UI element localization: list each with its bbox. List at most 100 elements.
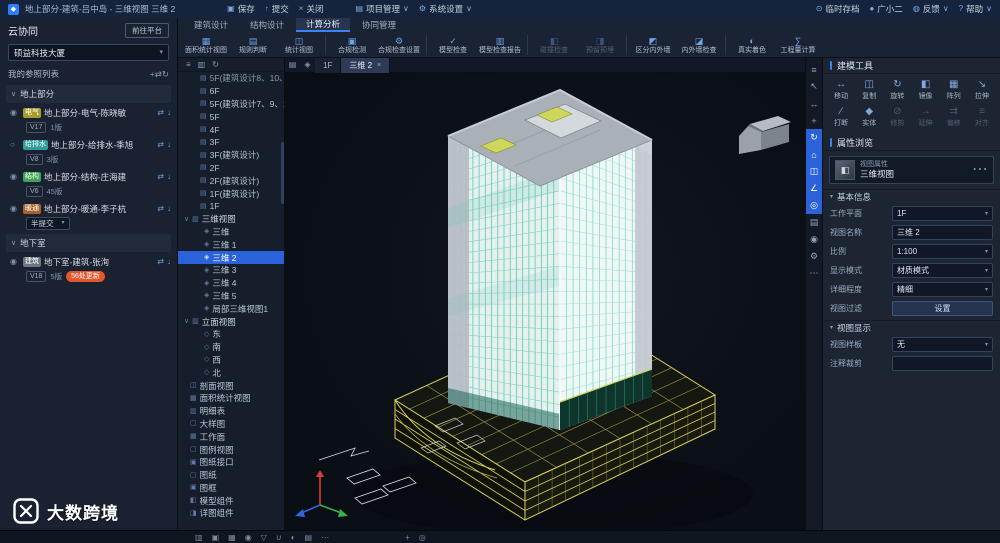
tree-item[interactable]: ▤5F(建筑设计7、9、1… <box>178 98 284 111</box>
ribbon-button[interactable]: ✓ 模型检查 <box>430 36 476 55</box>
reference-item[interactable]: ○ 给排水 地上部分-给排水-季旭 ⇄ ↓ <box>0 135 177 152</box>
tree-item[interactable]: ▤ 2F(建筑设计) <box>178 174 284 187</box>
tool-mirror[interactable]: ◧ 镜像 <box>911 78 939 103</box>
tree-item[interactable]: ▤ 3F(建筑设计) <box>178 149 284 162</box>
ribbon-button[interactable]: ◫ 统计视图 <box>276 36 322 55</box>
move-tool-button[interactable]: ↔ <box>806 95 822 112</box>
section-view-tool-button[interactable]: ◫ <box>806 163 822 180</box>
tree-item[interactable]: ▦ 面积统计视图 <box>178 392 284 405</box>
menu-tool-button[interactable]: ≡ <box>806 61 822 78</box>
modeling-tools-header[interactable]: 建模工具 <box>823 58 1000 74</box>
tree-item[interactable]: ◨ 详图组件 <box>178 507 284 520</box>
link-icon[interactable]: ⇄ <box>155 70 162 79</box>
magnet-icon[interactable]: ∪ <box>276 533 282 542</box>
crosshair-icon[interactable]: + <box>405 533 410 542</box>
zoom-tool-button[interactable]: ◎ <box>806 197 822 214</box>
tool-trim[interactable]: ⊘ 修剪 <box>883 105 911 130</box>
link-icon[interactable]: ⇄ <box>157 108 164 117</box>
viewport-tab[interactable]: 三维 2 × <box>341 58 391 73</box>
tool-break[interactable]: ∕ 打断 <box>827 105 855 130</box>
property-section-header[interactable]: ▾ 基本信息 <box>823 189 1000 204</box>
filter-icon[interactable]: ▽ <box>261 533 267 542</box>
ribbon-tab[interactable]: 结构设计 <box>240 18 294 32</box>
tool-solid[interactable]: ◆ 实体 <box>855 105 883 130</box>
reference-item[interactable]: ◉ 结构 地上部分-结构-庄海建 ⇄ ↓ <box>0 167 177 184</box>
property-select[interactable]: 1F ▾ <box>892 206 993 221</box>
tree-item[interactable]: ◇ 北 <box>178 366 284 379</box>
tool-extend[interactable]: → 延伸 <box>911 105 939 130</box>
ribbon-button[interactable]: ▦ 面积统计视图 <box>182 36 230 55</box>
commit-state-select[interactable]: 半提交 ▾ <box>26 216 70 230</box>
more-icon[interactable]: ⋯ <box>972 162 988 178</box>
property-input[interactable] <box>892 356 993 371</box>
property-select[interactable]: 精细 ▾ <box>892 282 993 297</box>
tree-item[interactable]: ▤5F(建筑设计8、10、… <box>178 72 284 85</box>
eye-icon[interactable]: ◉ <box>10 172 20 181</box>
menu-icon[interactable]: ≡ <box>186 60 191 69</box>
refresh-icon[interactable]: ↻ <box>162 70 169 79</box>
tool-copy[interactable]: ◫ 复制 <box>855 78 883 103</box>
titlebar-action-commit[interactable]: ↑ 提交 <box>265 3 289 15</box>
ribbon-tab[interactable]: 协同管理 <box>352 18 406 32</box>
tree-item[interactable]: ▦ 工作面 <box>178 430 284 443</box>
ribbon-button[interactable]: ◐ 真实着色 <box>729 36 775 55</box>
viewcube-house[interactable] <box>739 116 791 154</box>
tree-item[interactable]: ◈ 三维 1 <box>178 238 284 251</box>
download-icon[interactable]: ↓ <box>167 257 171 266</box>
measure-tool-button[interactable]: ∠ <box>806 180 822 197</box>
tree-item[interactable]: ◧ 模型组件 <box>178 494 284 507</box>
property-input[interactable]: 三维 2 <box>892 225 993 240</box>
titlebar-help[interactable]: ? 帮助 ∨ <box>959 3 992 15</box>
folder-icon[interactable]: ▥ <box>198 60 206 69</box>
titlebar-menu[interactable]: ⚙ 系统设置 ∨ <box>419 3 472 15</box>
tree-item[interactable]: ▤ 1F(建筑设计) <box>178 187 284 200</box>
link-icon[interactable]: ⇄ <box>157 172 164 181</box>
close-doc-icon[interactable]: × <box>377 62 381 69</box>
ribbon-button[interactable]: ◩ 区分内外墙 <box>630 36 676 55</box>
ribbon-button[interactable]: ▤ 规则判断 <box>230 36 276 55</box>
tree-item[interactable]: ▥ 明细表 <box>178 405 284 418</box>
titlebar-action-save[interactable]: ▣ 保存 <box>227 3 255 15</box>
download-icon[interactable]: ↓ <box>167 172 171 181</box>
reference-group[interactable]: ∨ 地上部分 <box>6 85 171 103</box>
tree-section[interactable]: ∨ ▥ 立面视图 <box>178 315 284 328</box>
selection-preview[interactable]: ◧ 视图属性 三维视图 ⋯ <box>829 156 994 184</box>
ribbon-button[interactable]: ◪ 内外墙检查 <box>676 36 722 55</box>
tree-item[interactable]: ◈ 三维 <box>178 226 284 239</box>
ribbon-tab[interactable]: 计算分析 <box>296 18 351 32</box>
link-icon[interactable]: ⇄ <box>157 140 164 149</box>
select-tool-button[interactable]: ↖ <box>806 78 822 95</box>
ribbon-button[interactable]: ∑ 工程量计算 <box>775 36 821 55</box>
sun-icon[interactable]: ◐ <box>291 533 296 542</box>
goto-platform-button[interactable]: 前往平台 <box>125 23 169 38</box>
tree-item[interactable]: ◈ 三维 3 <box>178 264 284 277</box>
reference-group[interactable]: ∨ 地下室 <box>6 234 171 252</box>
property-select[interactable]: 1:100 ▾ <box>892 244 993 259</box>
tree-item[interactable]: ◇ 西 <box>178 354 284 367</box>
download-icon[interactable]: ↓ <box>167 140 171 149</box>
ribbon-button[interactable]: ▥ 模型检查报告 <box>476 36 524 55</box>
eye-icon[interactable]: ◉ <box>10 204 20 213</box>
tree-item[interactable]: ◫ 剖面视图 <box>178 379 284 392</box>
tree-scrollbar[interactable] <box>281 142 284 204</box>
tree-item[interactable]: ◈ 局部三维视图1 <box>178 302 284 315</box>
link-icon[interactable]: ⇄ <box>157 257 164 266</box>
eye-icon[interactable]: ◉ <box>10 108 20 117</box>
property-select[interactable]: 无 ▾ <box>892 337 993 352</box>
tree-item[interactable]: ▣ 图框 <box>178 482 284 495</box>
ribbon-button[interactable]: ◨ 预留预埋 <box>577 36 623 55</box>
ribbon-button[interactable]: ▣ 合规检测 <box>329 36 375 55</box>
view3d-icon[interactable]: ◈ <box>300 61 315 69</box>
more-tool-button[interactable]: ⋯ <box>806 265 822 282</box>
info-icon[interactable]: ◎ <box>419 533 426 542</box>
download-icon[interactable]: ↓ <box>167 204 171 213</box>
tree-item[interactable]: ◇ 南 <box>178 341 284 354</box>
tool-offset[interactable]: ⇉ 偏移 <box>940 105 968 130</box>
titlebar-action-close-doc[interactable]: × 关闭 <box>299 3 324 15</box>
tool-move[interactable]: ↔ 移动 <box>827 78 855 103</box>
tool-align[interactable]: ≡ 对齐 <box>968 105 996 130</box>
tree-item[interactable]: ▤ 5F <box>178 110 284 123</box>
grid-icon[interactable]: ▦ <box>228 533 236 542</box>
refresh-icon[interactable]: ↻ <box>212 60 219 69</box>
tree-item[interactable]: ▢ 图例视图 <box>178 443 284 456</box>
